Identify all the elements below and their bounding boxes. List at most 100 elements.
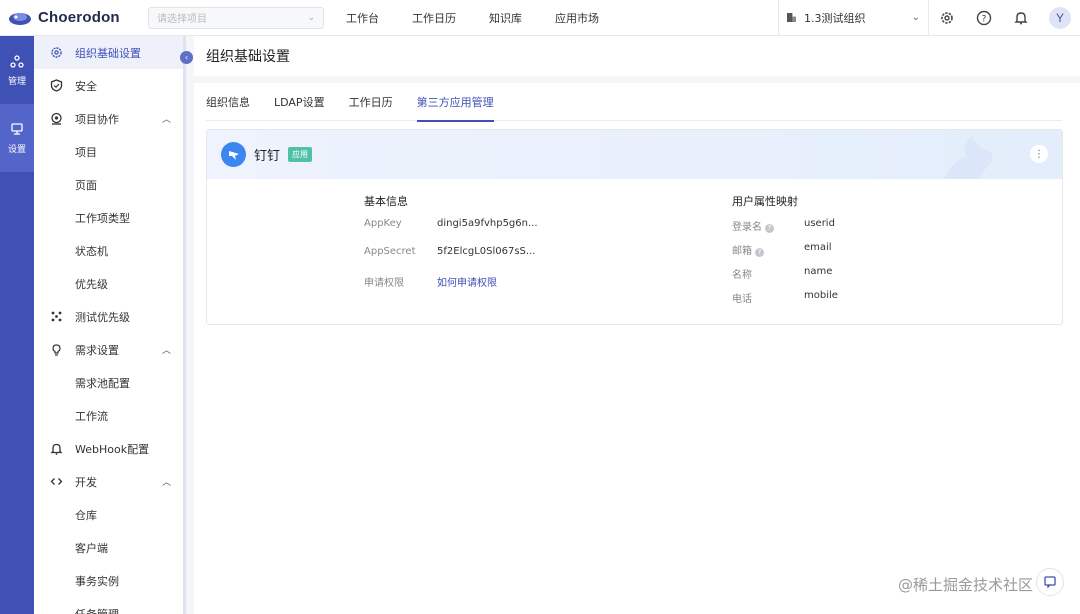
settings-icon [11,122,23,135]
dingtalk-logo-icon [221,142,246,167]
settings-gear-icon[interactable] [938,9,956,27]
top-bar: Choerodon 请选择项目 ⌄ 工作台 工作日历 知识库 应用市场 1.3测… [0,0,1080,36]
permission-label: 申请权限 [364,278,404,289]
sidebar-item-label: 任务管理 [75,607,119,614]
project-select[interactable]: 请选择项目 ⌄ [148,6,324,29]
project-select-placeholder: 请选择项目 [157,14,207,25]
sidebar-item-label: 状态机 [75,244,108,258]
phone-label: 电话 [732,294,752,305]
manage-icon [10,54,24,68]
tab-third-party-apps[interactable]: 第三方应用管理 [416,83,494,122]
bell-icon [50,442,63,455]
chevron-up-icon[interactable]: ︿ [162,343,171,356]
sidebar-item-label: 安全 [75,79,97,93]
more-options-icon[interactable]: ⋮ [1030,145,1048,163]
tab-bar: 组织信息 LDAP设置 工作日历 第三方应用管理 [206,83,1062,122]
main-content: 组织信息 LDAP设置 工作日历 第三方应用管理 钉钉 应用 ⋮ 基本信息 Ap… [194,83,1080,614]
logo-text: Choerodon [38,9,120,26]
sidebar-scrollbar[interactable] [183,36,186,614]
help-icon[interactable]: ? [755,248,764,257]
sidebar-item-demand-pool[interactable]: 需求池配置 [34,366,185,399]
sidebar-item-label: 组织基础设置 [75,46,141,60]
sidebar-item-label: 客户端 [75,541,108,555]
sidebar-item-org-basic-settings[interactable]: 组织基础设置 [34,36,185,69]
notification-bell-icon[interactable] [1012,9,1030,27]
sidebar-item-label: 工作流 [75,409,108,423]
logo-icon [8,9,32,27]
permission-link[interactable]: 如何申请权限 [437,274,497,289]
app-card: 钉钉 应用 ⋮ 基本信息 AppKey dingi5a9fvhp5g6n... … [206,129,1063,325]
logo[interactable]: Choerodon [0,9,142,27]
nav-work-calendar[interactable]: 工作日历 [412,10,456,26]
grid-icon [50,310,63,323]
tab-org-info[interactable]: 组织信息 [206,83,250,121]
sidebar-item-demand-settings[interactable]: 需求设置 ︿ [34,333,185,366]
page-header: 组织基础设置 [194,36,1080,76]
sidebar-item-issue-type[interactable]: 工作项类型 [34,201,185,234]
appkey-label: AppKey [364,218,402,229]
app-card-header: 钉钉 应用 ⋮ [207,130,1062,179]
sidebar-item-priority[interactable]: 优先级 [34,267,185,300]
sidebar-item-label: 开发 [75,475,97,489]
chevron-up-icon[interactable]: ︿ [162,475,171,488]
attribute-mapping-title: 用户属性映射 [732,195,798,208]
bulb-icon [50,343,63,356]
nav-workbench[interactable]: 工作台 [346,10,379,26]
sidebar-item-security[interactable]: 安全 [34,69,185,102]
help-icon[interactable]: ? [975,9,993,27]
sidebar-item-repository[interactable]: 仓库 [34,498,185,531]
gear-icon [50,46,63,59]
sidebar-item-test-priority[interactable]: 测试优先级 [34,300,185,333]
organization-select[interactable]: 1.3测试组织 ⌄ [778,0,929,35]
sidebar-item-task-management[interactable]: 任务管理 [34,597,185,614]
phone-value: mobile [804,290,838,301]
chevron-down-icon: ⌄ [911,12,920,23]
collapse-sidebar-icon[interactable]: ‹ [180,51,193,64]
chevron-down-icon: ⌄ [307,12,315,23]
code-icon [50,475,63,488]
page-title: 组织基础设置 [206,49,290,65]
login-name-label: 登录名? [732,218,774,233]
appsecret-label: AppSecret [364,246,416,257]
email-value: email [804,242,832,253]
sidebar-item-project[interactable]: 项目 [34,135,185,168]
rail-item-manage[interactable]: 管理 [0,36,34,104]
nav-app-market[interactable]: 应用市场 [555,10,599,26]
status-badge: 应用 [288,147,313,162]
sidebar-item-webhook[interactable]: WebHook配置 [34,432,185,465]
sidebar-item-label: 项目协作 [75,112,119,126]
watermark: @稀土掘金技术社区 [898,576,1034,594]
organization-icon [787,13,796,22]
tab-ldap-settings[interactable]: LDAP设置 [274,83,325,121]
sidebar-item-label: 测试优先级 [75,310,130,324]
rail-item-settings[interactable]: 设置 [0,104,34,172]
mapping-label-text: 邮箱 [732,246,752,257]
sidebar-item-page[interactable]: 页面 [34,168,185,201]
appkey-value: dingi5a9fvhp5g6n... [437,218,538,229]
name-value: name [804,266,833,277]
sidebar-item-client[interactable]: 客户端 [34,531,185,564]
nav-knowledge-base[interactable]: 知识库 [489,10,522,26]
sidebar-item-project-collab[interactable]: 项目协作 ︿ [34,102,185,135]
sidebar-item-label: 项目 [75,145,97,159]
name-label: 名称 [732,270,752,281]
chevron-up-icon[interactable]: ︿ [162,112,171,125]
sidebar-item-label: 页面 [75,178,97,192]
sidebar-item-develop[interactable]: 开发 ︿ [34,465,185,498]
left-rail: 管理 设置 [0,36,34,614]
top-nav: 工作台 工作日历 知识库 应用市场 [346,10,632,26]
basic-info-title: 基本信息 [364,195,408,208]
sidebar-item-label: 优先级 [75,277,108,291]
tab-work-calendar[interactable]: 工作日历 [349,83,393,121]
help-icon[interactable]: ? [765,224,774,233]
rail-item-label: 管理 [7,76,26,87]
sidebar-item-workflow[interactable]: 工作流 [34,399,185,432]
sidebar-item-state-machine[interactable]: 状态机 [34,234,185,267]
sidebar-item-label: WebHook配置 [75,442,150,456]
decorative-bird-icon [944,136,993,179]
floating-help-icon[interactable] [1036,568,1064,596]
user-avatar[interactable]: Y [1049,7,1071,29]
sidebar-item-transaction-instance[interactable]: 事务实例 [34,564,185,597]
top-actions: ? Y [938,0,1071,36]
sidebar-item-label: 需求设置 [75,343,119,357]
